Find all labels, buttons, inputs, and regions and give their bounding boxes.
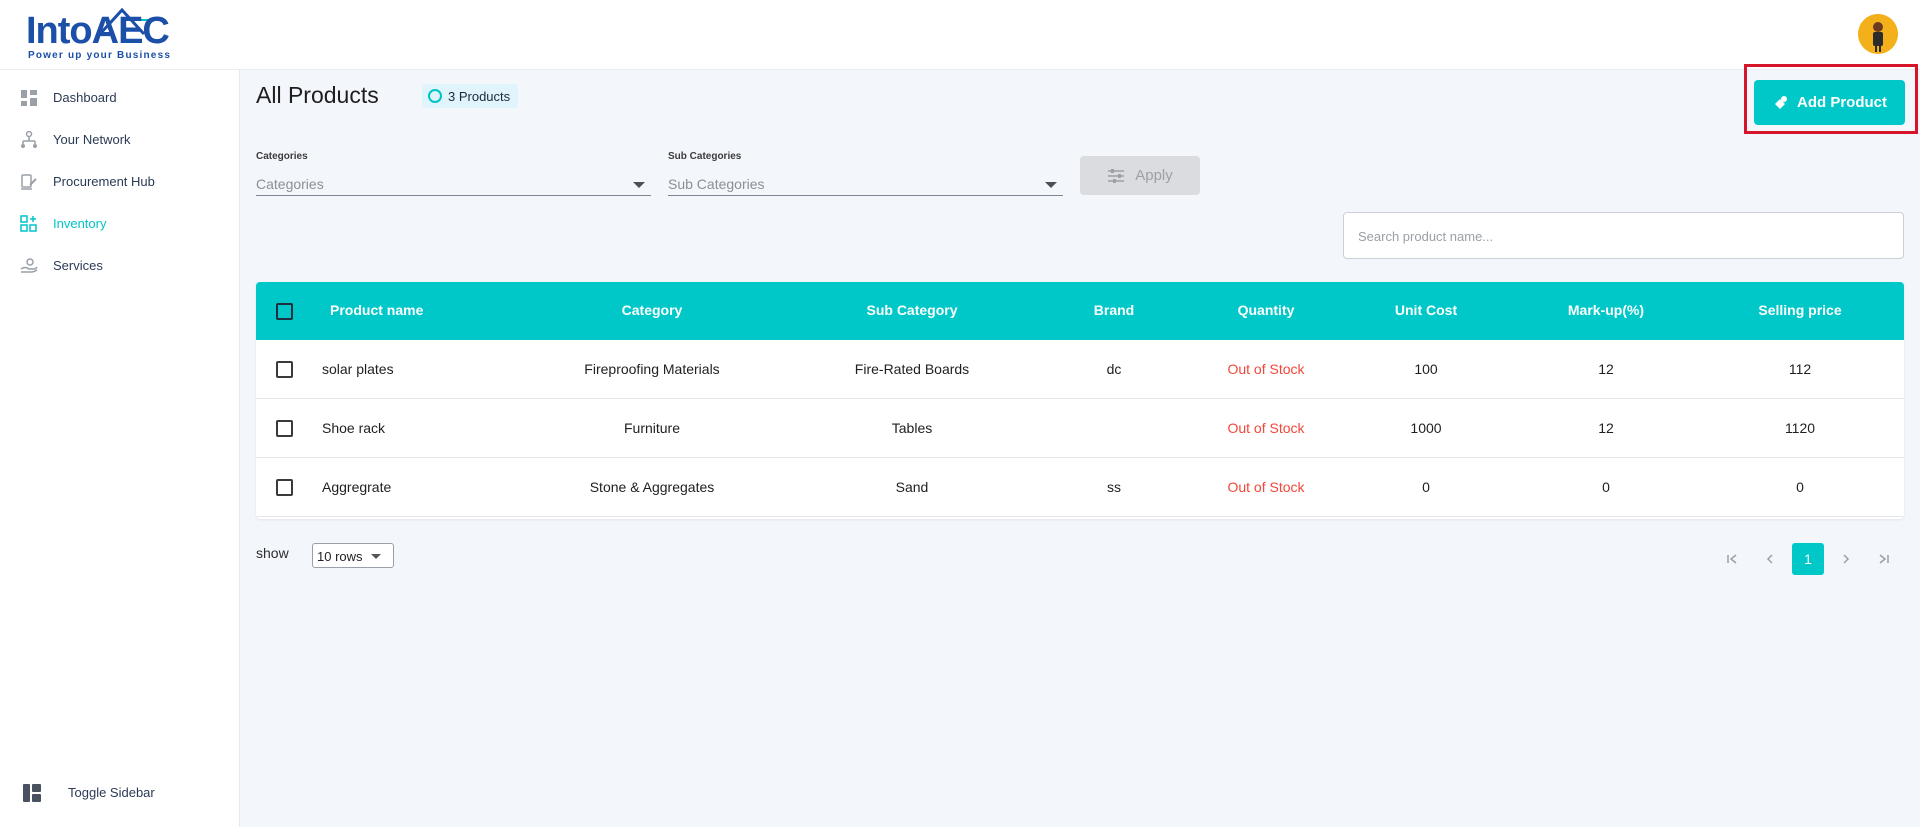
row-checkbox[interactable] bbox=[276, 361, 293, 378]
sidebar-item-procurement-hub[interactable]: Procurement Hub bbox=[0, 165, 240, 199]
table-row[interactable]: Aggregrate Stone & Aggregates Sand ss Ou… bbox=[256, 458, 1904, 517]
chevron-down-icon bbox=[633, 182, 645, 188]
cell-quantity: Out of Stock bbox=[1227, 479, 1305, 495]
last-page-button[interactable] bbox=[1868, 543, 1900, 575]
search-input[interactable] bbox=[1358, 225, 1888, 247]
cell-selling-price: 1120 bbox=[1784, 420, 1816, 436]
table-row[interactable]: Shoe rack Furniture Tables Out of Stock … bbox=[256, 399, 1904, 458]
cell-markup: 12 bbox=[1598, 361, 1614, 377]
sidebar-item-label: Inventory bbox=[53, 216, 107, 231]
header-markup[interactable]: Mark-up(%) bbox=[1546, 302, 1666, 318]
cell-category: Fireproofing Materials bbox=[584, 361, 720, 377]
add-product-label: Add Product bbox=[1797, 94, 1887, 111]
cell-sub-category: Sand bbox=[895, 479, 929, 495]
dashboard-icon bbox=[21, 90, 37, 106]
user-avatar[interactable] bbox=[1858, 14, 1898, 54]
ring-icon bbox=[428, 89, 442, 103]
table-header: Product name Category Sub Category Brand… bbox=[256, 282, 1904, 340]
header-unit-cost[interactable]: Unit Cost bbox=[1376, 302, 1476, 318]
header-product-name[interactable]: Product name bbox=[330, 302, 423, 318]
apply-button[interactable]: Apply bbox=[1080, 156, 1200, 195]
cell-markup: 0 bbox=[1602, 479, 1610, 495]
filter-sliders-icon bbox=[1108, 168, 1125, 183]
categories-label: Categories bbox=[256, 151, 308, 162]
cell-brand: dc bbox=[1106, 361, 1122, 377]
rows-per-page-select[interactable]: 10 rows bbox=[312, 543, 394, 568]
page-title: All Products bbox=[256, 82, 379, 108]
cell-category: Stone & Aggregates bbox=[589, 479, 715, 495]
products-table: Product name Category Sub Category Brand… bbox=[256, 282, 1904, 519]
top-header: IntoAEC Power up your Business bbox=[0, 0, 1920, 70]
procurement-icon bbox=[21, 174, 37, 190]
row-checkbox[interactable] bbox=[276, 479, 293, 496]
categories-placeholder: Categories bbox=[256, 176, 324, 192]
next-page-icon bbox=[1843, 554, 1850, 564]
cell-quantity: Out of Stock bbox=[1227, 361, 1305, 377]
product-count-badge: 3 Products bbox=[422, 84, 519, 108]
sidebar-item-services[interactable]: Services bbox=[0, 249, 240, 283]
table-row[interactable]: solar plates Fireproofing Materials Fire… bbox=[256, 340, 1904, 399]
header-selling-price[interactable]: Selling price bbox=[1738, 302, 1862, 318]
cell-unit-cost: 1000 bbox=[1410, 420, 1442, 436]
first-page-icon bbox=[1727, 554, 1737, 564]
logo-tagline: Power up your Business bbox=[28, 50, 172, 61]
toggle-sidebar-button[interactable]: Toggle Sidebar bbox=[0, 776, 240, 810]
chevron-down-icon bbox=[1045, 182, 1057, 188]
cell-sub-category: Fire-Rated Boards bbox=[854, 361, 970, 377]
cell-selling-price: 0 bbox=[1796, 479, 1804, 495]
show-label: show bbox=[256, 545, 289, 561]
categories-select[interactable]: Categories bbox=[256, 168, 651, 196]
sidebar-item-label: Services bbox=[53, 258, 103, 273]
sidebar-item-label: Dashboard bbox=[53, 90, 117, 105]
sidebar-item-label: Your Network bbox=[53, 132, 131, 147]
cell-brand: ss bbox=[1107, 479, 1121, 495]
select-all-checkbox[interactable] bbox=[276, 303, 293, 320]
add-product-icon bbox=[1775, 95, 1787, 109]
cell-product-name: Aggregrate bbox=[322, 479, 392, 495]
prev-page-icon bbox=[1766, 554, 1773, 564]
last-page-icon bbox=[1879, 554, 1889, 564]
network-icon bbox=[21, 131, 37, 148]
cell-product-name: solar plates bbox=[322, 361, 394, 377]
add-product-button[interactable]: Add Product bbox=[1754, 80, 1905, 125]
next-page-button[interactable] bbox=[1830, 543, 1862, 575]
chevron-down-icon bbox=[371, 554, 381, 559]
header-category[interactable]: Category bbox=[576, 302, 728, 318]
brand-logo[interactable]: IntoAEC Power up your Business bbox=[26, 7, 178, 64]
header-sub-category[interactable]: Sub Category bbox=[846, 302, 978, 318]
avatar-icon bbox=[1858, 14, 1898, 54]
first-page-button[interactable] bbox=[1716, 543, 1748, 575]
cell-quantity: Out of Stock bbox=[1227, 420, 1305, 436]
header-brand[interactable]: Brand bbox=[1074, 302, 1154, 318]
prev-page-button[interactable] bbox=[1754, 543, 1786, 575]
sidebar: Dashboard Your Network Procurement Hub I… bbox=[0, 70, 240, 827]
header-quantity[interactable]: Quantity bbox=[1214, 302, 1318, 318]
toggle-sidebar-icon bbox=[23, 784, 41, 802]
apply-label: Apply bbox=[1135, 167, 1173, 184]
cell-sub-category: Tables bbox=[891, 420, 933, 436]
page-button-current[interactable]: 1 bbox=[1792, 543, 1824, 575]
sidebar-item-dashboard[interactable]: Dashboard bbox=[0, 81, 240, 115]
sidebar-item-inventory[interactable]: Inventory bbox=[0, 207, 240, 241]
sidebar-item-your-network[interactable]: Your Network bbox=[0, 123, 240, 157]
subcategories-label: Sub Categories bbox=[668, 151, 742, 162]
cell-selling-price: 112 bbox=[1788, 361, 1812, 377]
subcategories-placeholder: Sub Categories bbox=[668, 176, 765, 192]
search-box bbox=[1343, 212, 1904, 259]
logo-text: IntoAEC bbox=[26, 10, 170, 52]
subcategories-select[interactable]: Sub Categories bbox=[668, 168, 1063, 196]
row-checkbox[interactable] bbox=[276, 420, 293, 437]
cell-product-name: Shoe rack bbox=[322, 420, 386, 436]
cell-category: Furniture bbox=[623, 420, 681, 436]
product-count-text: 3 Products bbox=[448, 88, 511, 104]
toggle-sidebar-label: Toggle Sidebar bbox=[68, 785, 155, 800]
cell-markup: 12 bbox=[1598, 420, 1614, 436]
rows-per-page-value: 10 rows bbox=[317, 549, 363, 564]
cell-unit-cost: 100 bbox=[1414, 361, 1438, 377]
services-icon bbox=[20, 258, 38, 273]
cell-unit-cost: 0 bbox=[1422, 479, 1430, 495]
sidebar-item-label: Procurement Hub bbox=[53, 174, 155, 189]
inventory-icon bbox=[20, 215, 37, 232]
